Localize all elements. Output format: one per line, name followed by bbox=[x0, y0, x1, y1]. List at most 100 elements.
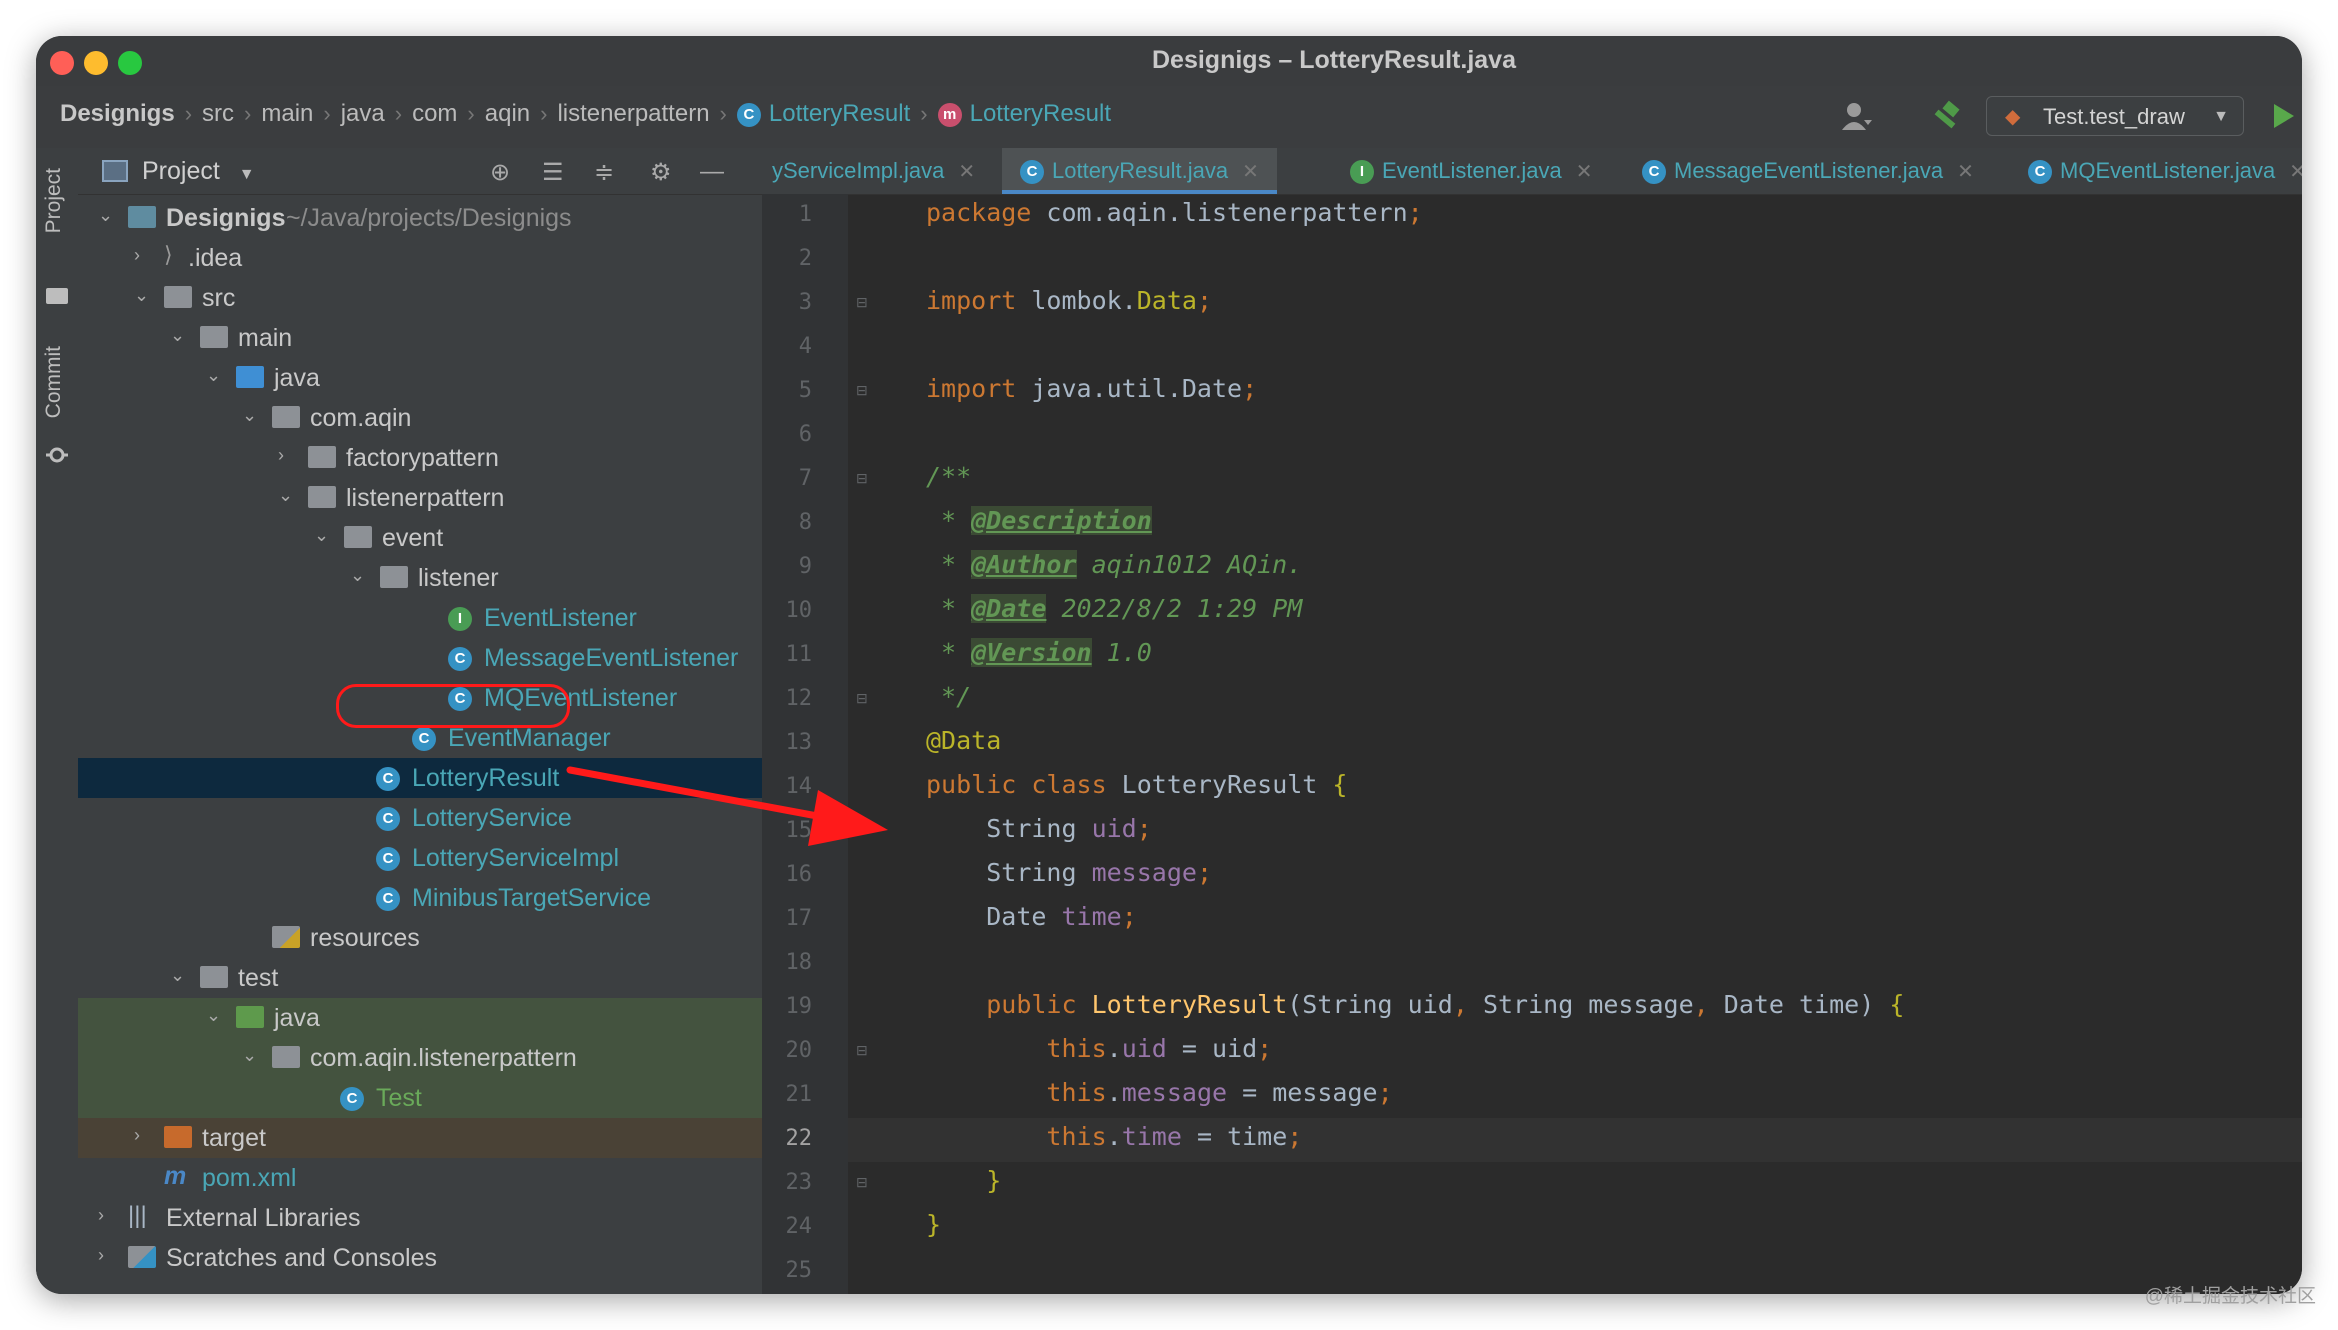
project-view-select[interactable]: Project ▼ bbox=[142, 157, 255, 186]
breadcrumb-main[interactable]: main bbox=[261, 100, 313, 128]
chevron-down-icon[interactable]: ⌄ bbox=[206, 365, 221, 386]
tree-item-idea[interactable]: › ⟩ .idea bbox=[78, 238, 762, 278]
tree-item-test-class[interactable]: C Test bbox=[78, 1078, 762, 1118]
chevron-down-icon[interactable]: ⌄ bbox=[350, 565, 365, 586]
tree-item-messageeventlistener[interactable]: C MessageEventListener bbox=[78, 638, 762, 678]
chevron-right-icon[interactable]: › bbox=[134, 1125, 140, 1146]
close-icon[interactable]: ✕ bbox=[958, 161, 975, 183]
close-icon[interactable]: ✕ bbox=[1242, 161, 1259, 183]
tab-label: LotteryResult.java bbox=[1052, 158, 1229, 183]
tree-item-java[interactable]: ⌄ java bbox=[78, 358, 762, 398]
tree-item-target[interactable]: › target bbox=[78, 1118, 762, 1158]
tree-item-event[interactable]: ⌄ event bbox=[78, 518, 762, 558]
chevron-down-icon: ▼ bbox=[2213, 108, 2229, 125]
method-icon: m bbox=[937, 102, 962, 127]
semicolon: ; bbox=[1242, 374, 1258, 403]
close-icon[interactable]: ✕ bbox=[1957, 161, 1974, 183]
tree-item-resources[interactable]: resources bbox=[78, 918, 762, 958]
breadcrumb-class[interactable]: C LotteryResult bbox=[736, 100, 910, 128]
tree-item-listenerpattern[interactable]: ⌄ listenerpattern bbox=[78, 478, 762, 518]
close-icon[interactable]: ✕ bbox=[1576, 161, 1593, 183]
tab-serviceimpl[interactable]: yServiceImpl.java ✕ bbox=[772, 148, 975, 194]
tree-item-external-libraries[interactable]: › ||| External Libraries bbox=[78, 1198, 762, 1238]
breadcrumb-java[interactable]: java bbox=[341, 100, 385, 128]
tab-eventlistener[interactable]: I EventListener.java ✕ bbox=[1350, 148, 1593, 194]
gear-icon[interactable]: ⚙ bbox=[650, 158, 672, 187]
tree-item-main[interactable]: ⌄ main bbox=[78, 318, 762, 358]
locate-icon[interactable]: ⊕ bbox=[490, 158, 510, 187]
chevron-right-icon[interactable]: › bbox=[98, 1205, 104, 1226]
tree-item-scratches[interactable]: › Scratches and Consoles bbox=[78, 1238, 762, 1278]
breadcrumb-method-label: LotteryResult bbox=[969, 100, 1112, 127]
run-configuration-select[interactable]: ◆ Test.test_draw ▼ bbox=[1986, 96, 2244, 136]
hammer-icon[interactable] bbox=[1930, 100, 1962, 132]
param: (String uid bbox=[1287, 990, 1453, 1019]
user-icon[interactable] bbox=[1842, 100, 1872, 132]
fold-icon[interactable]: ⊟ bbox=[856, 382, 868, 399]
commit-tool-tab[interactable]: Commit bbox=[42, 346, 66, 418]
package-icon bbox=[344, 526, 372, 555]
chevron-down-icon[interactable]: ⌄ bbox=[242, 1045, 257, 1066]
project-tool-tab[interactable]: Project bbox=[42, 168, 66, 233]
folder-icon bbox=[200, 326, 228, 355]
tree-item-src[interactable]: ⌄ src bbox=[78, 278, 762, 318]
tab-messageeventlistener[interactable]: C MessageEventListener.java ✕ bbox=[1642, 148, 1974, 194]
tab-lotteryresult-active[interactable]: C LotteryResult.java ✕ bbox=[1002, 148, 1277, 194]
class-icon: C bbox=[448, 644, 480, 673]
chevron-down-icon[interactable]: ⌄ bbox=[314, 525, 329, 546]
fold-icon[interactable]: ⊟ bbox=[856, 1042, 868, 1059]
tab-mqeventlistener[interactable]: C MQEventListener.java ✕ bbox=[2028, 148, 2302, 194]
field: message bbox=[1091, 858, 1197, 887]
tree-item-listener[interactable]: ⌄ listener bbox=[78, 558, 762, 598]
hide-panel-icon[interactable]: — bbox=[700, 158, 724, 186]
tree-item-test-package[interactable]: ⌄ com.aqin.listenerpattern bbox=[78, 1038, 762, 1078]
chevron-down-icon[interactable]: ⌄ bbox=[170, 325, 185, 346]
chevron-down-icon[interactable]: ⌄ bbox=[98, 205, 113, 226]
chevron-down-icon[interactable]: ⌄ bbox=[278, 485, 293, 506]
line-number: 5 bbox=[798, 378, 812, 403]
code-line-21: this.message = message; bbox=[926, 1078, 1392, 1107]
fold-icon[interactable]: ⊟ bbox=[856, 294, 868, 311]
tree-item-root[interactable]: ⌄ Designigs ~/Java/projects/Designigs bbox=[78, 198, 762, 238]
doc-tag: @Date bbox=[971, 594, 1047, 623]
import-package: java.util.Date bbox=[1016, 374, 1243, 403]
fold-icon[interactable]: ⊟ bbox=[856, 1174, 868, 1191]
breadcrumb-aqin[interactable]: aqin bbox=[485, 100, 530, 128]
project-view-icon bbox=[102, 160, 128, 182]
field: time bbox=[1121, 1122, 1182, 1151]
chevron-right-icon[interactable]: › bbox=[278, 445, 284, 466]
chevron-down-icon[interactable]: ⌄ bbox=[170, 965, 185, 986]
tree-item-test[interactable]: ⌄ test bbox=[78, 958, 762, 998]
tree-item-com-aqin[interactable]: ⌄ com.aqin bbox=[78, 398, 762, 438]
chevron-down-icon[interactable]: ⌄ bbox=[206, 1005, 221, 1026]
run-icon[interactable] bbox=[2272, 102, 2296, 130]
chevron-right-icon[interactable]: › bbox=[134, 245, 140, 266]
close-icon[interactable]: ✕ bbox=[2289, 161, 2302, 183]
expand-all-icon[interactable]: ☰ bbox=[542, 158, 564, 187]
collapse-all-icon[interactable]: ≑ bbox=[594, 158, 614, 187]
code-line-8: * @Description bbox=[926, 506, 1152, 535]
tree-item-eventlistener[interactable]: I EventListener bbox=[78, 598, 762, 638]
tree-item-pom[interactable]: m pom.xml bbox=[78, 1158, 762, 1198]
fold-icon[interactable]: ⊟ bbox=[856, 690, 868, 707]
tool-window-strip: Project Commit bbox=[36, 148, 79, 1294]
tree-item-factorypattern[interactable]: › factorypattern bbox=[78, 438, 762, 478]
chevron-right-icon: › bbox=[184, 101, 193, 126]
tree-item-minibustargetservice[interactable]: C MinibusTargetService bbox=[78, 878, 762, 918]
brace: { bbox=[1332, 770, 1348, 799]
breadcrumb-listenerpattern[interactable]: listenerpattern bbox=[557, 100, 709, 128]
tree-item-test-java[interactable]: ⌄ java bbox=[78, 998, 762, 1038]
breadcrumb-src[interactable]: src bbox=[202, 100, 234, 128]
brace: } bbox=[986, 1166, 1002, 1195]
fold-icon[interactable]: ⊟ bbox=[856, 470, 868, 487]
chevron-right-icon[interactable]: › bbox=[98, 1245, 104, 1266]
code-line-3: import lombok.Data; bbox=[926, 286, 1212, 315]
code-line-9: * @Author aqin1012 AQin. bbox=[926, 550, 1302, 579]
chevron-down-icon[interactable]: ⌄ bbox=[134, 285, 149, 306]
package-icon bbox=[308, 486, 336, 515]
chevron-down-icon[interactable]: ⌄ bbox=[242, 405, 257, 426]
breadcrumb-project[interactable]: Designigs bbox=[60, 100, 175, 128]
breadcrumb-method[interactable]: m LotteryResult bbox=[937, 100, 1112, 128]
tree-item-label: EventListener bbox=[484, 604, 637, 632]
breadcrumb-com[interactable]: com bbox=[412, 100, 457, 128]
